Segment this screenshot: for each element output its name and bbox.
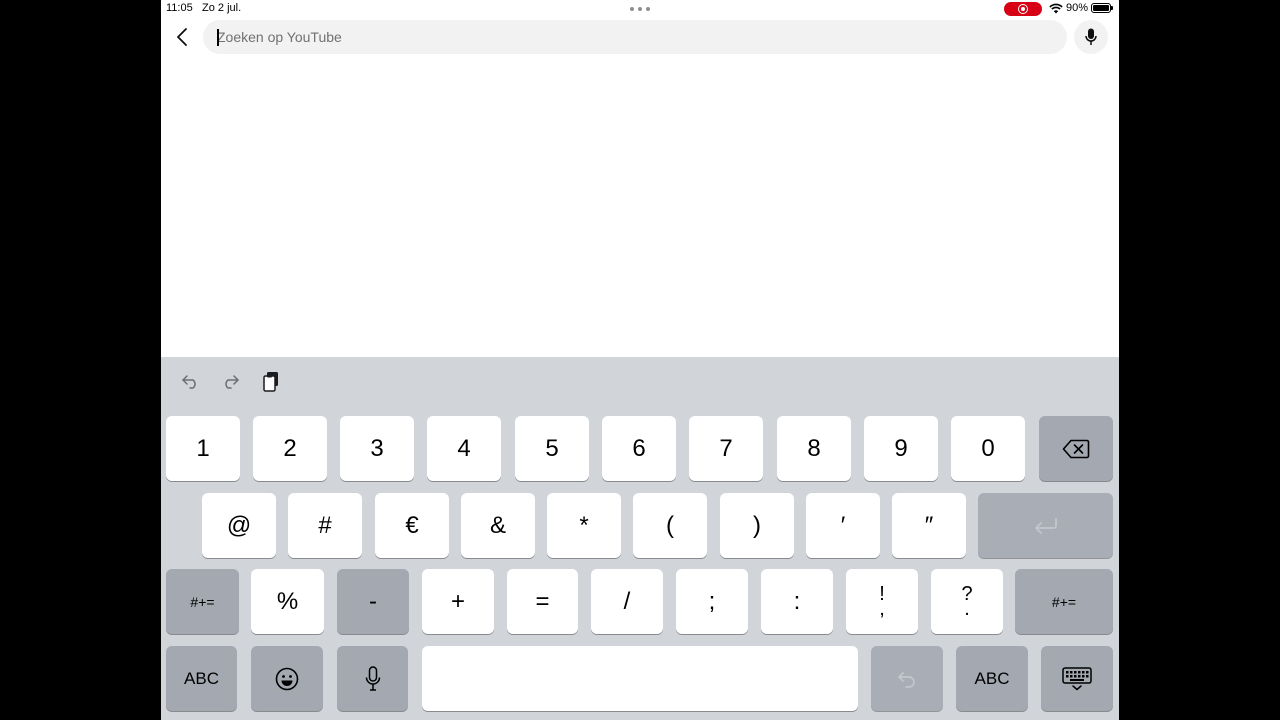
undo-key[interactable]	[871, 646, 943, 711]
key-exclamation-comma[interactable]: ! ,	[846, 569, 918, 634]
search-input[interactable]	[217, 20, 1047, 54]
redo-icon	[225, 375, 239, 389]
hide-keyboard-key[interactable]	[1041, 646, 1113, 711]
ipad-screen: 11:05 Zo 2 jul. 90% Zoeken op YouTube 1 …	[161, 0, 1119, 720]
key-prime[interactable]: ′	[806, 493, 880, 558]
return-key[interactable]	[978, 493, 1113, 558]
abc-key-right[interactable]: ABC	[956, 646, 1028, 711]
key-secondary-label: ,	[879, 597, 885, 620]
backspace-icon	[1062, 439, 1090, 458]
paste-icon	[263, 372, 278, 392]
key-at[interactable]: @	[202, 493, 276, 558]
emoji-icon	[275, 667, 299, 690]
key-secondary-label: .	[964, 597, 970, 620]
key-7[interactable]: 7	[689, 416, 763, 481]
key-4[interactable]: 4	[427, 416, 501, 481]
status-bar: 11:05 Zo 2 jul. 90%	[161, 0, 1119, 18]
key-open-paren[interactable]: (	[633, 493, 707, 558]
status-time: 11:05	[166, 2, 193, 14]
status-date: Zo 2 jul.	[202, 2, 242, 14]
key-2[interactable]: 2	[253, 416, 327, 481]
key-colon[interactable]: :	[761, 569, 833, 634]
abc-key-left[interactable]: ABC	[166, 646, 237, 711]
key-hash[interactable]: #	[288, 493, 362, 558]
key-equals[interactable]: =	[507, 569, 578, 634]
key-semicolon[interactable]: ;	[676, 569, 748, 634]
undo-button[interactable]	[180, 371, 202, 393]
keyboard-shortcut-bar	[161, 357, 1119, 409]
space-key[interactable]	[422, 646, 858, 711]
key-0[interactable]: 0	[951, 416, 1025, 481]
key-close-paren[interactable]: )	[720, 493, 794, 558]
chevron-left-icon	[177, 28, 187, 46]
key-minus[interactable]: -	[337, 569, 409, 634]
back-button[interactable]	[169, 24, 195, 50]
key-5[interactable]: 5	[515, 416, 589, 481]
battery-icon	[1091, 3, 1113, 13]
paste-button[interactable]	[260, 371, 282, 393]
key-ampersand[interactable]: &	[461, 493, 535, 558]
multitasking-dots-icon[interactable]	[630, 7, 650, 11]
key-9[interactable]: 9	[864, 416, 938, 481]
redo-button[interactable]	[219, 371, 241, 393]
key-plus[interactable]: +	[422, 569, 494, 634]
key-question-period[interactable]: ? .	[931, 569, 1003, 634]
microphone-icon	[1085, 28, 1097, 45]
keyboard-hide-icon	[1062, 666, 1092, 690]
key-1[interactable]: 1	[166, 416, 240, 481]
symbols-mode-key-right[interactable]: #+=	[1015, 569, 1113, 634]
key-percent[interactable]: %	[251, 569, 324, 634]
search-box[interactable]	[203, 20, 1067, 54]
key-8[interactable]: 8	[777, 416, 851, 481]
symbols-mode-key-left[interactable]: #+=	[166, 569, 239, 634]
dictation-key[interactable]	[337, 646, 408, 711]
backspace-key[interactable]	[1039, 416, 1113, 481]
key-euro[interactable]: €	[375, 493, 449, 558]
emoji-key[interactable]	[251, 646, 323, 711]
undo-icon	[898, 671, 915, 688]
voice-search-button[interactable]	[1074, 20, 1108, 54]
on-screen-keyboard: 1 2 3 4 5 6 7 8 9 0 @ # € & * ( ) ′ ″ #+…	[161, 357, 1119, 720]
return-icon	[1034, 517, 1057, 534]
key-asterisk[interactable]: *	[547, 493, 621, 558]
key-double-prime[interactable]: ″	[892, 493, 966, 558]
microphone-icon	[365, 665, 380, 691]
text-cursor	[217, 29, 219, 46]
wifi-icon	[1049, 3, 1063, 14]
key-6[interactable]: 6	[602, 416, 676, 481]
battery-percentage: 90%	[1066, 2, 1089, 14]
key-3[interactable]: 3	[340, 416, 414, 481]
undo-icon	[182, 375, 196, 389]
screen-recording-icon[interactable]	[1004, 2, 1042, 16]
key-slash[interactable]: /	[591, 569, 663, 634]
